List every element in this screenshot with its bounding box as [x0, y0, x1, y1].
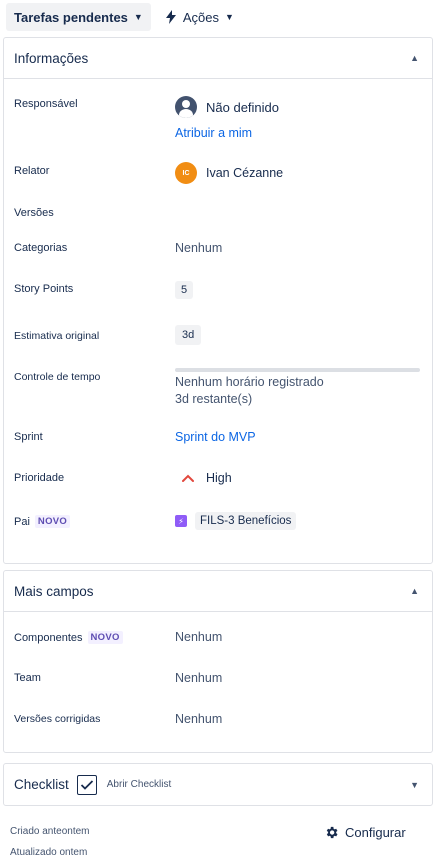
chevron-down-icon: ▼ — [133, 12, 143, 22]
field-label: Relator — [14, 165, 50, 177]
actions-dropdown-button[interactable]: Ações ▼ — [165, 10, 234, 25]
field-label: Versões corrigidas — [14, 713, 101, 725]
updated-date: Atualizado ontem — [10, 847, 88, 858]
priority-name: High — [206, 471, 232, 485]
components-label-text: Componentes — [14, 631, 83, 644]
assignee-value[interactable]: Não definido — [175, 96, 279, 118]
epic-icon: ⚡ — [175, 515, 187, 527]
chevron-up-icon[interactable]: ▲ — [410, 586, 419, 596]
parent-label-text: Pai — [14, 515, 30, 528]
priority-value[interactable]: High — [175, 471, 232, 485]
field-label: Controle de tempo — [14, 371, 101, 383]
parent-value[interactable]: ⚡ FILS-3 Benefícios — [175, 512, 297, 530]
reporter-value[interactable]: IC Ivan Cézanne — [175, 162, 283, 184]
gear-icon — [326, 826, 338, 839]
new-badge: NOVO — [87, 631, 123, 644]
parent-issue-link[interactable]: FILS-3 Benefícios — [195, 512, 297, 530]
components-value[interactable]: Nenhum — [175, 630, 222, 644]
issue-toolbar: Tarefas pendentes ▼ Ações ▼ — [6, 3, 234, 31]
actions-label: Ações — [182, 9, 219, 25]
details-panel: Informações ▲ Responsável Não definido A… — [3, 37, 433, 564]
categories-value[interactable]: Nenhum — [175, 241, 222, 255]
status-dropdown-button[interactable]: Tarefas pendentes ▼ — [6, 3, 151, 31]
field-label: Componentes NOVO — [14, 631, 123, 644]
configure-label: Configurar — [345, 825, 406, 840]
chevron-down-icon[interactable]: ▼ — [410, 780, 419, 790]
fix-versions-value[interactable]: Nenhum — [175, 712, 222, 726]
field-label: Team — [14, 672, 41, 684]
avatar — [175, 96, 197, 118]
configure-button[interactable]: Configurar — [324, 825, 406, 840]
details-panel-title: Informações — [14, 50, 89, 66]
sprint-link[interactable]: Sprint do MVP — [175, 430, 256, 444]
more-fields-panel-title: Mais campos — [14, 583, 94, 599]
open-checklist-link[interactable]: Abrir Checklist — [107, 779, 171, 790]
field-label: Prioridade — [14, 472, 65, 484]
field-label: Pai NOVO — [14, 515, 71, 528]
new-badge: NOVO — [34, 515, 71, 528]
status-label: Tarefas pendentes — [14, 9, 128, 25]
field-label: Story Points — [14, 283, 74, 295]
created-date: Criado anteontem — [10, 826, 90, 837]
assign-to-me-link[interactable]: Atribuir a mim — [175, 126, 252, 140]
time-logged-text: Nenhum horário registrado — [175, 375, 324, 389]
field-label: Categorias — [14, 242, 68, 254]
time-tracking-progress-bar[interactable] — [175, 368, 420, 372]
more-fields-panel-header[interactable]: Mais campos ▲ — [4, 571, 432, 612]
team-value[interactable]: Nenhum — [175, 671, 222, 685]
story-points-value[interactable]: 5 — [175, 281, 194, 299]
field-label: Responsável — [14, 98, 78, 110]
checklist-title: Checklist — [14, 777, 69, 792]
field-label: Versões — [14, 207, 54, 219]
lightning-icon — [165, 10, 176, 24]
field-label: Sprint — [14, 431, 43, 443]
field-label: Estimativa original — [14, 330, 100, 342]
chevron-up-icon[interactable]: ▲ — [410, 53, 419, 63]
avatar: IC — [175, 162, 197, 184]
checklist-panel[interactable]: Checklist Abrir Checklist ▼ — [3, 763, 433, 806]
chevron-down-icon: ▼ — [224, 12, 234, 22]
priority-high-icon — [182, 474, 194, 482]
reporter-name: Ivan Cézanne — [206, 166, 284, 180]
time-remaining-text: 3d restante(s) — [175, 392, 253, 406]
estimate-value[interactable]: 3d — [175, 325, 202, 345]
assignee-name: Não definido — [206, 99, 279, 115]
details-panel-header[interactable]: Informações ▲ — [4, 38, 432, 79]
checkbox-checked-icon — [76, 774, 97, 795]
more-fields-panel: Mais campos ▲ Componentes NOVO Nenhum Te… — [3, 570, 433, 753]
